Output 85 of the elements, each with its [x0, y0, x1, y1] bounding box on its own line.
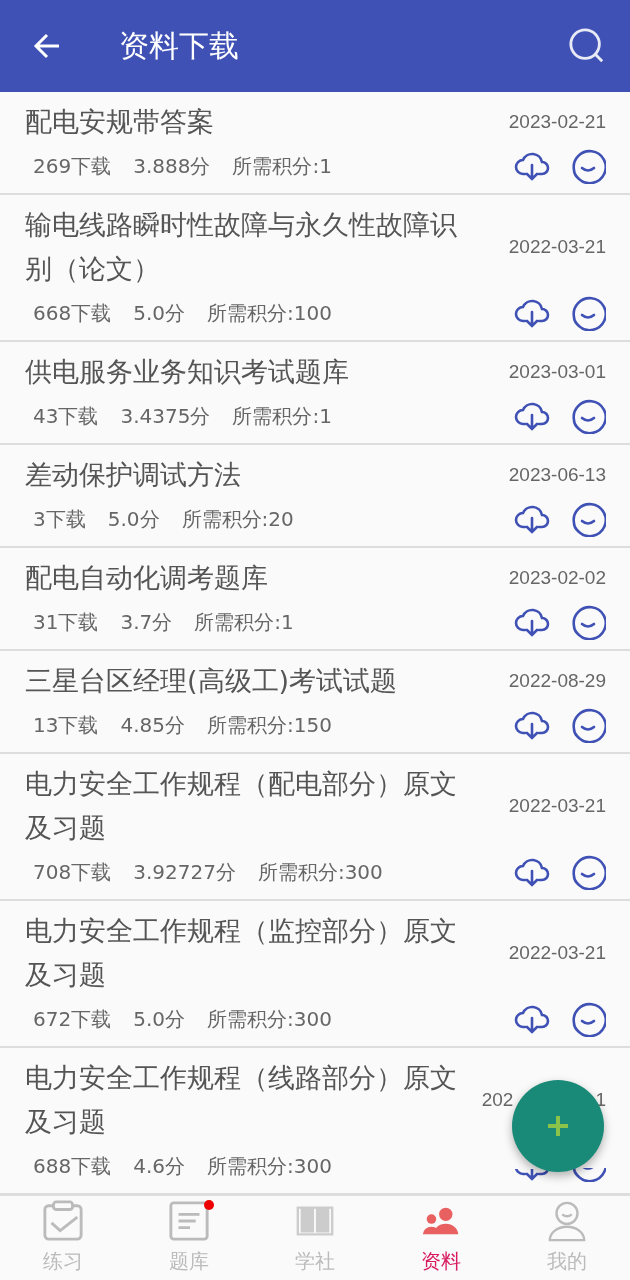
required-points: 所需积分:1 [194, 608, 294, 636]
plus-icon [546, 1114, 570, 1138]
document-title: 输电线路瞬时性故障与永久性故障识别（论文） [25, 208, 458, 286]
document-date: 2023-03-01 [508, 361, 606, 383]
document-date: 2022-08-29 [508, 670, 606, 692]
cloud-download-icon[interactable] [514, 297, 550, 329]
document-title: 供电服务业务知识考试题库 [25, 355, 350, 389]
download-count: 668下载 [33, 299, 112, 327]
add-button[interactable] [512, 1080, 604, 1172]
chat-bubble-icon[interactable] [570, 398, 606, 434]
rating-score: 5.0分 [107, 505, 160, 533]
cloud-download-icon[interactable] [514, 606, 550, 638]
document-row[interactable]: 配电自动化调考题库 2023-02-02 31下载 3.7分 所需积分:1 [0, 548, 630, 651]
cloud-download-icon[interactable] [514, 503, 550, 535]
document-title: 配电自动化调考题库 [25, 561, 269, 595]
cloud-download-icon[interactable] [514, 1169, 550, 1182]
document-row[interactable]: 三星台区经理(高级工)考试试题 2022-08-29 13下载 4.85分 所需积分:150 [0, 651, 630, 754]
required-points: 所需积分:300 [207, 1152, 332, 1180]
download-count: 13下载 [33, 711, 99, 739]
document-date: 2022-03-21 [508, 942, 606, 964]
nav-tab[interactable]: 资料 [378, 1196, 504, 1280]
nav-label: 练习 [43, 1248, 83, 1275]
document-row[interactable]: 配电安规带答案 2023-02-21 269下载 3.888分 所需积分:1 [0, 92, 630, 195]
download-count: 708下载 [33, 858, 112, 886]
rating-score: 3.888分 [133, 152, 211, 180]
document-title: 配电安规带答案 [25, 105, 215, 139]
page-title: 资料下载 [119, 26, 240, 65]
document-title: 电力安全工作规程（监控部分）原文及习题 [25, 914, 458, 992]
download-count: 688下载 [33, 1152, 112, 1180]
rating-score: 3.92727分 [133, 858, 236, 886]
required-points: 所需积分:1 [232, 402, 332, 430]
chat-bubble-icon[interactable] [570, 148, 606, 184]
document-icon [168, 1200, 210, 1242]
required-points: 所需积分:300 [207, 1005, 332, 1033]
rating-score: 3.4375分 [120, 402, 211, 430]
back-arrow-icon[interactable] [32, 31, 62, 61]
document-date: 202 [481, 1089, 514, 1111]
cloud-download-icon[interactable] [514, 400, 550, 432]
cloud-download-icon[interactable] [514, 856, 550, 888]
document-title: 电力安全工作规程（配电部分）原文及习题 [25, 767, 458, 845]
required-points: 所需积分:300 [257, 858, 383, 886]
required-points: 所需积分:100 [207, 299, 332, 327]
rating-score: 5.0分 [133, 299, 185, 327]
cloud-download-icon[interactable] [514, 709, 550, 741]
nav-label: 题库 [169, 1248, 209, 1275]
download-count: 672下载 [33, 1005, 112, 1033]
document-date: 2023-06-13 [508, 464, 606, 486]
nav-label: 我的 [547, 1248, 587, 1275]
chat-bubble-icon[interactable] [570, 1001, 606, 1037]
required-points: 所需积分:150 [207, 711, 332, 739]
download-count: 3下载 [33, 505, 86, 533]
chat-bubble-icon[interactable] [570, 707, 606, 743]
rating-score: 3.7分 [120, 608, 173, 636]
document-date: 2022-03-21 [508, 795, 606, 817]
rating-score: 4.6分 [133, 1152, 185, 1180]
rating-score: 5.0分 [133, 1005, 185, 1033]
document-date: 2023-02-02 [508, 567, 606, 589]
document-title: 电力安全工作规程（线路部分）原文及习题 [25, 1061, 458, 1139]
document-row[interactable]: 差动保护调试方法 2023-06-13 3下载 5.0分 所需积分:20 [0, 445, 630, 548]
download-count: 43下载 [33, 402, 99, 430]
document-date: 2022-03-21 [508, 236, 606, 258]
required-points: 所需积分:20 [181, 505, 294, 533]
chat-bubble-icon[interactable] [570, 501, 606, 537]
rating-score: 4.85分 [120, 711, 185, 739]
nav-label: 资料 [421, 1248, 461, 1275]
document-row[interactable]: 输电线路瞬时性故障与永久性故障识别（论文） 2022-03-21 668下载 5.0分 所需积分:100 [0, 195, 630, 342]
cloud-download-icon[interactable] [514, 1003, 550, 1035]
chat-bubble-icon[interactable] [570, 604, 606, 640]
document-row[interactable]: 电力安全工作规程（监控部分）原文及习题 2022-03-21 672下载 5.0分 所需积分:300 [0, 901, 630, 1048]
document-title: 三星台区经理(高级工)考试试题 [25, 664, 399, 698]
clipboard-check-icon [42, 1200, 84, 1242]
cloud-download-icon[interactable] [514, 150, 550, 182]
person-icon [546, 1200, 588, 1242]
nav-label: 学社 [295, 1248, 335, 1275]
document-row[interactable]: 供电服务业务知识考试题库 2023-03-01 43下载 3.4375分 所需积分:1 [0, 342, 630, 445]
document-row[interactable]: 电力安全工作规程（配电部分）原文及习题 2022-03-21 708下载 3.92727分 所需积分:300 [0, 754, 630, 901]
chat-bubble-icon[interactable] [570, 1168, 606, 1182]
chat-bubble-icon[interactable] [570, 295, 606, 331]
chat-bubble-icon[interactable] [570, 854, 606, 890]
search-icon[interactable] [568, 27, 606, 65]
document-title: 差动保护调试方法 [25, 458, 242, 492]
required-points: 所需积分:1 [232, 152, 332, 180]
download-count: 31下载 [33, 608, 99, 636]
download-count: 269下载 [33, 152, 112, 180]
document-date: 2023-02-21 [508, 111, 606, 133]
